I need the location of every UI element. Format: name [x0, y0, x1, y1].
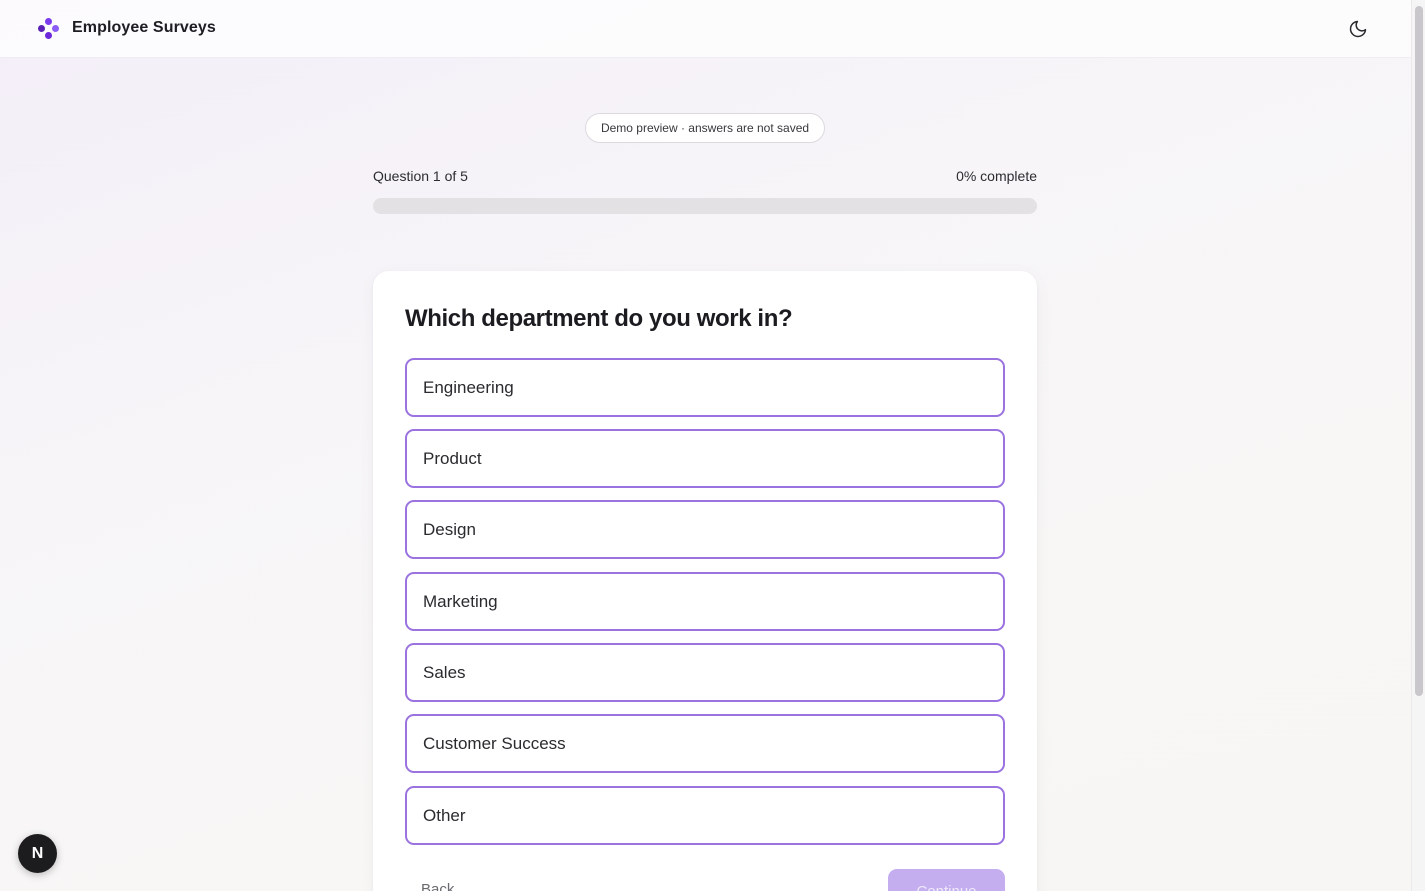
brand-diamond-dots-icon [38, 18, 59, 39]
question-card: Which department do you work in? Enginee… [373, 271, 1037, 891]
option-label: Customer Success [423, 733, 566, 753]
option-other[interactable]: Other [405, 786, 1005, 845]
option-label: Marketing [423, 591, 498, 611]
app-title: Employee Surveys [72, 19, 216, 36]
option-engineering[interactable]: Engineering [405, 358, 1005, 417]
option-label: Engineering [423, 377, 514, 397]
option-label: Design [423, 519, 476, 539]
scrollbar-thumb[interactable] [1415, 6, 1423, 696]
top-navigation-bar: Employee Surveys [0, 0, 1411, 58]
progress-percent: 0% complete [956, 168, 1037, 184]
option-customer-success[interactable]: Customer Success [405, 714, 1005, 773]
option-design[interactable]: Design [405, 500, 1005, 559]
page-scrollbar[interactable] [1411, 0, 1425, 891]
dev-tools-badge[interactable]: N [18, 834, 57, 873]
option-label: Product [423, 448, 482, 468]
theme-toggle-button[interactable] [1346, 17, 1370, 41]
demo-notice-badge: Demo preview · answers are not saved [585, 113, 825, 143]
option-marketing[interactable]: Marketing [405, 572, 1005, 631]
option-label: Other [423, 805, 466, 825]
continue-button[interactable]: Continue [888, 869, 1005, 891]
option-sales[interactable]: Sales [405, 643, 1005, 702]
question-counter: Question 1 of 5 [373, 168, 468, 184]
progress-bar [373, 198, 1037, 214]
option-product[interactable]: Product [405, 429, 1005, 488]
question-title: Which department do you work in? [405, 305, 793, 332]
option-label: Sales [423, 662, 466, 682]
moon-icon [1349, 20, 1367, 38]
back-button[interactable]: Back [421, 881, 454, 891]
brand[interactable]: Employee Surveys [38, 18, 216, 39]
